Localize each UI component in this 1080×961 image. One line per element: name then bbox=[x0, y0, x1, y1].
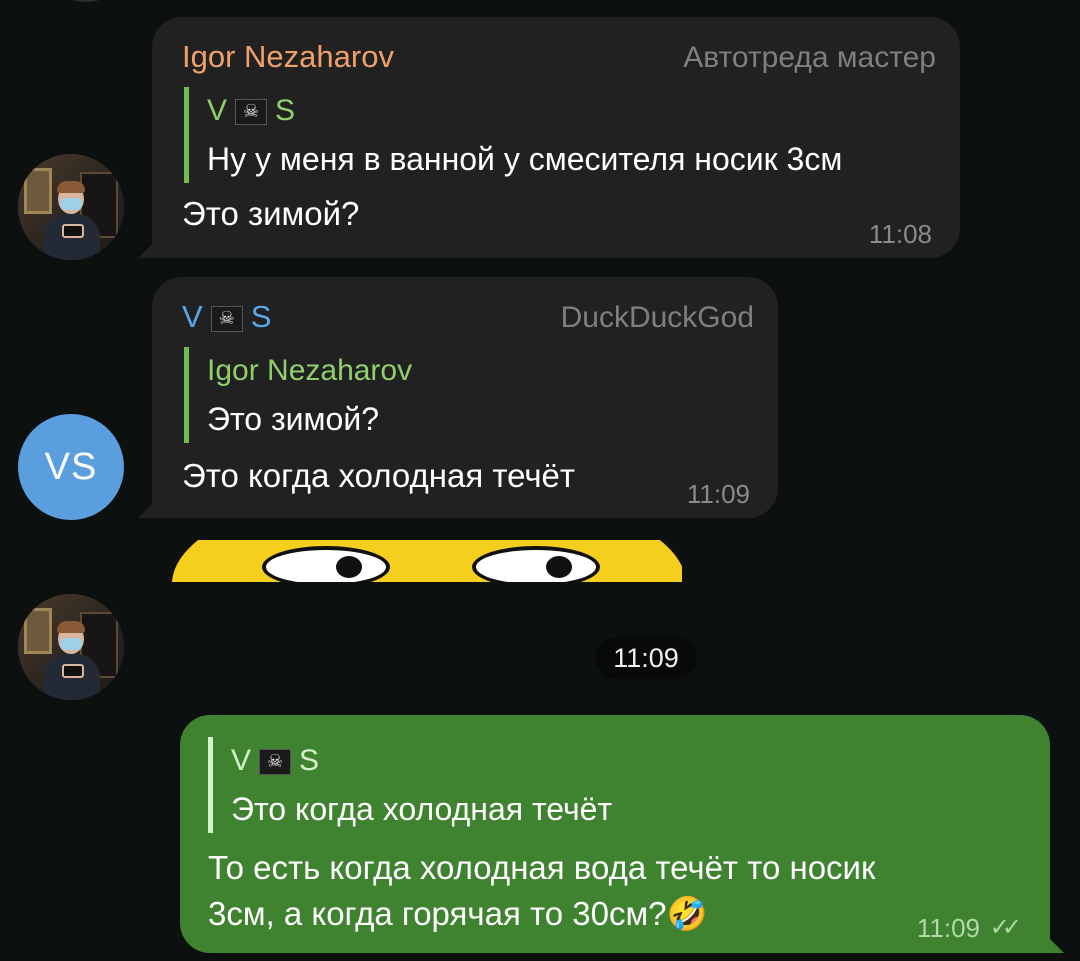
meme-face-sticker[interactable] bbox=[168, 540, 682, 582]
reply-quote[interactable]: V ☠ S Ну у меня в ванной у смесителя носик… bbox=[184, 87, 842, 183]
message-bubble-4[interactable]: V ☠ S Это когда холодная течёт То есть ког… bbox=[180, 715, 1064, 953]
message-bubble-1[interactable]: Igor Nezaharov Автотреда мастер V ☠ S Ну у… bbox=[138, 17, 960, 258]
message-bubble-2[interactable]: V ☠ S DuckDuckGod Igor Nezaharov Это зимой… bbox=[138, 277, 778, 518]
avatar-initials: VS bbox=[44, 445, 98, 488]
message-text-line-2: 3см, а когда горячая то 30см?🤣 bbox=[208, 895, 708, 932]
avatar-vs[interactable]: VS bbox=[18, 414, 124, 520]
avatar-igor-nezaharov[interactable] bbox=[18, 154, 124, 260]
reply-author: V ☠ S bbox=[207, 94, 296, 127]
pirate-flag-icon: ☠ bbox=[235, 99, 268, 126]
sender-name[interactable]: V ☠ S bbox=[182, 299, 271, 335]
message-time: 11:08 bbox=[868, 219, 932, 249]
reply-author: V ☠ S bbox=[231, 744, 320, 777]
pirate-flag-icon: ☠ bbox=[259, 749, 292, 776]
sender-role: Автотреда мастер bbox=[683, 41, 936, 74]
message-text-line-1: То есть когда холодная вода течёт то нос… bbox=[208, 849, 876, 886]
reply-quote[interactable]: Igor Nezaharov Это зимой? bbox=[184, 347, 412, 443]
pirate-flag-icon: ☠ bbox=[210, 305, 243, 332]
reply-author: Igor Nezaharov bbox=[207, 354, 413, 387]
message-time: 11:09 bbox=[686, 479, 750, 509]
message-text: Это зимой? bbox=[182, 195, 360, 232]
read-checks-icon: ✓✓ bbox=[989, 914, 1022, 941]
sender-name[interactable]: Igor Nezaharov bbox=[182, 39, 394, 75]
reply-quote[interactable]: V ☠ S Это когда холодная течёт bbox=[208, 737, 612, 833]
message-time: 11:09 bbox=[916, 913, 980, 943]
sticker-time: 11:09 bbox=[595, 637, 697, 679]
reply-text: Это зимой? bbox=[207, 401, 379, 437]
sender-role: DuckDuckGod bbox=[560, 301, 754, 334]
avatar-igor-nezaharov[interactable] bbox=[18, 594, 124, 700]
message-text: Это когда холодная течёт bbox=[182, 457, 576, 494]
reply-text: Ну у меня в ванной у смесителя носик 3см bbox=[207, 141, 843, 177]
previous-avatar[interactable] bbox=[40, 0, 132, 2]
reply-text: Это когда холодная течёт bbox=[231, 791, 613, 827]
